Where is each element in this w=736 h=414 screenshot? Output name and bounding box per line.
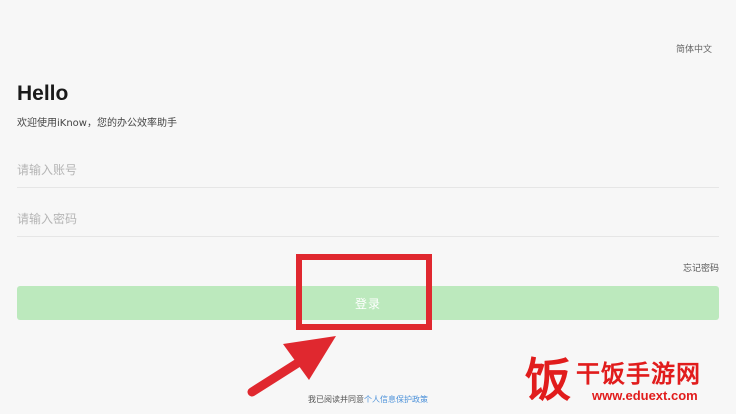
privacy-policy-link[interactable]: 个人信息保护政策 — [364, 395, 428, 404]
watermark-url: www.eduext.com — [592, 388, 698, 403]
agreement-prefix: 我已阅读并同意 — [308, 395, 364, 404]
watermark-name: 干饭手游网 — [576, 360, 701, 388]
watermark-logo: 饭 — [525, 353, 571, 407]
watermark: 饭 干饭手游网 www.eduext.com — [518, 350, 732, 412]
